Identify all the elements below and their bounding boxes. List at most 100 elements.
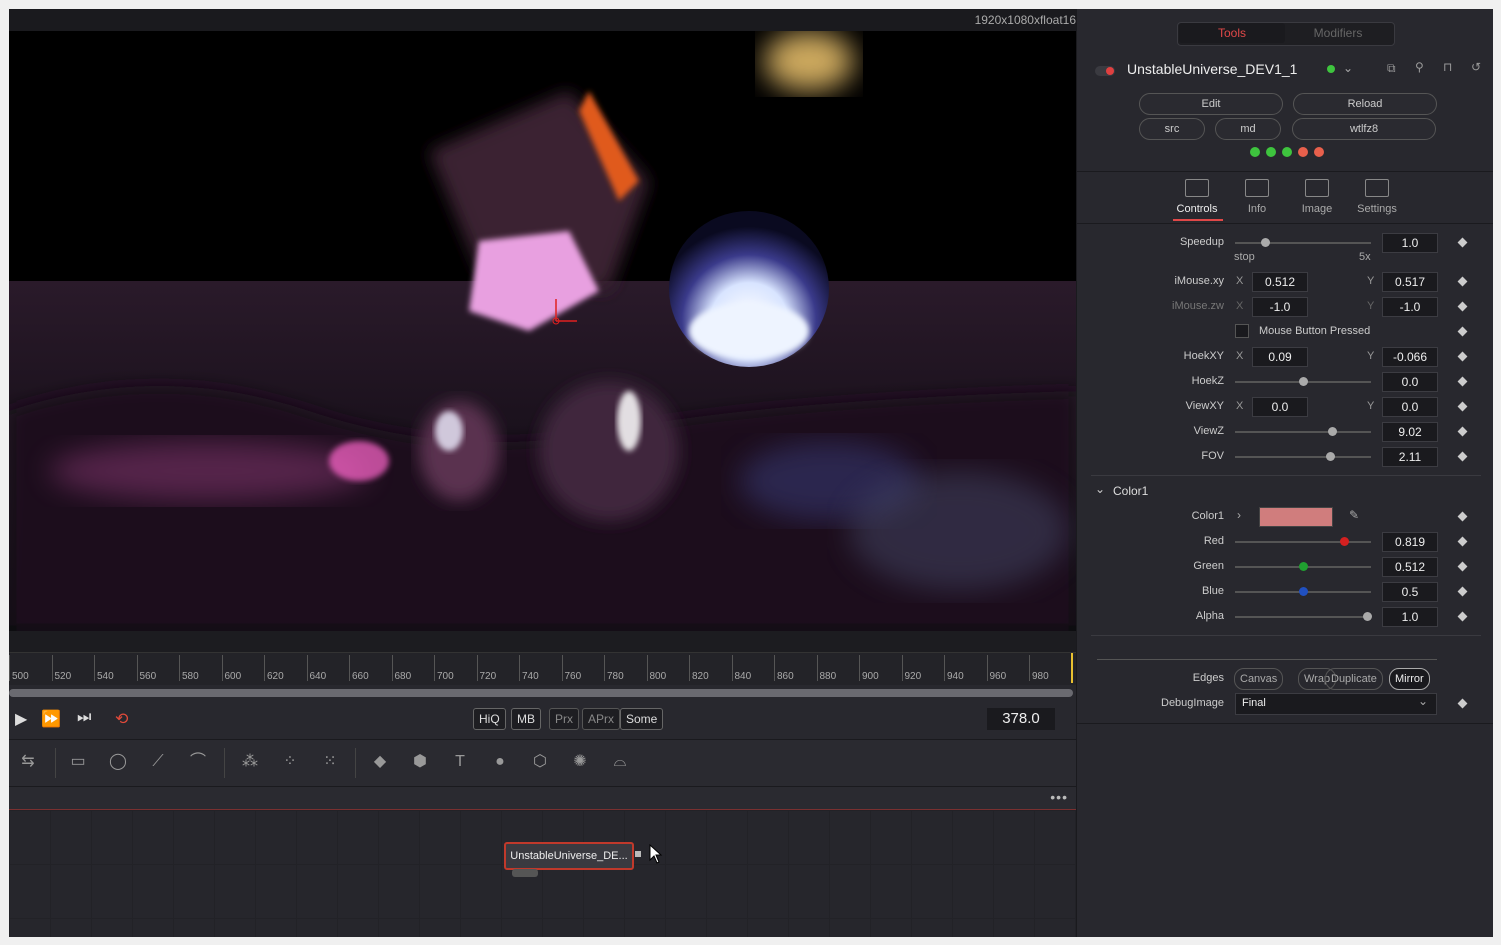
renderer3d-icon[interactable]: ⌓ [609,752,631,772]
particle-style-icon[interactable]: ⁙ [319,752,341,772]
merge3d-icon[interactable]: ● [489,752,511,772]
slider-knob[interactable] [1362,612,1372,621]
render-viewport[interactable] [9,31,1076,631]
keyframe-icon[interactable] [1457,586,1468,597]
particle-emitter-icon[interactable]: ⁂ [239,752,261,772]
wtlfz8-button[interactable]: wtlfz8 [1292,118,1436,140]
mouse-pressed-checkbox[interactable] [1235,324,1249,338]
red-field[interactable]: 0.819 [1382,532,1438,552]
pin-icon[interactable]: ⚲ [1415,60,1424,74]
chevron-down-icon[interactable]: ⌄ [1095,482,1105,496]
text3d-icon[interactable]: T [449,752,471,772]
loop-icon[interactable]: ⟲ [115,709,128,729]
slider-knob[interactable] [1299,562,1308,571]
swap-icon[interactable]: ⇆ [17,752,39,772]
keyframe-icon[interactable] [1457,326,1468,337]
keyframe-icon[interactable] [1457,351,1468,362]
speedup-slider[interactable] [1235,238,1371,247]
aprx-button[interactable]: APrx [582,708,621,730]
tab-settings[interactable]: Settings [1349,179,1405,215]
image-plane-icon[interactable]: ◆ [369,752,391,772]
alpha-field[interactable]: 1.0 [1382,607,1438,627]
keyframe-icon[interactable] [1457,536,1468,547]
light-icon[interactable]: ✺ [569,752,591,772]
eyedropper-icon[interactable]: ✎ [1349,508,1359,522]
imouse-x-field[interactable]: 0.512 [1252,272,1308,292]
slider-knob[interactable] [1299,587,1308,596]
viewz-slider[interactable] [1235,427,1371,436]
src-button[interactable]: src [1139,118,1205,140]
color-swatch[interactable] [1259,507,1333,527]
slider-knob[interactable] [1299,377,1308,386]
node-input-port[interactable] [512,869,538,877]
keyframe-icon[interactable] [1457,376,1468,387]
keyframe-icon[interactable] [1457,511,1468,522]
time-scrubber[interactable] [9,689,1073,697]
particle-render-icon[interactable]: ⁘ [279,752,301,772]
ellipse-mask-icon[interactable]: ◯ [107,752,129,772]
window-icon[interactable]: ⧉ [1387,61,1396,76]
blue-slider[interactable] [1235,587,1371,596]
keyframe-icon[interactable] [1457,401,1468,412]
edges-mirror-option[interactable]: Mirror [1389,668,1430,690]
shader-node[interactable]: UnstableUniverse_DE... [504,842,634,870]
hiq-button[interactable]: HiQ [473,708,506,730]
polygon-mask-icon[interactable]: ⟋ [147,752,169,772]
skip-end-icon[interactable]: ⏭ [77,709,91,729]
fov-field[interactable]: 2.11 [1382,447,1438,467]
more-options-icon[interactable]: ••• [1050,789,1068,805]
current-frame-field[interactable]: 378.0 [987,708,1055,730]
edit-button[interactable]: Edit [1139,93,1283,115]
green-slider[interactable] [1235,562,1371,571]
shape3d-icon[interactable]: ⬢ [409,752,431,772]
hoekz-field[interactable]: 0.0 [1382,372,1438,392]
playhead[interactable] [1071,653,1073,683]
imouse-z-field[interactable]: -1.0 [1252,297,1308,317]
tool-enable-toggle[interactable] [1095,66,1115,76]
node-editor[interactable] [9,810,1076,937]
view-y-field[interactable]: 0.0 [1382,397,1438,417]
fov-slider[interactable] [1235,452,1371,461]
fast-forward-icon[interactable]: ⏩ [41,709,61,729]
imouse-y-field[interactable]: 0.517 [1382,272,1438,292]
md-button[interactable]: md [1215,118,1281,140]
blue-field[interactable]: 0.5 [1382,582,1438,602]
slider-knob[interactable] [1327,427,1337,436]
some-button[interactable]: Some [620,708,664,730]
red-slider[interactable] [1235,537,1371,546]
slider-knob[interactable] [1260,238,1270,247]
keyframe-icon[interactable] [1457,426,1468,437]
debugimage-dropdown[interactable]: Final ⌄ [1235,693,1437,715]
hoek-x-field[interactable]: 0.09 [1252,347,1308,367]
keyframe-icon[interactable] [1457,276,1468,287]
play-icon[interactable]: ▶ [15,709,27,729]
chevron-down-icon[interactable]: ⌄ [1343,61,1353,75]
tab-tools[interactable]: Tools [1179,23,1285,43]
tab-info[interactable]: Info [1229,179,1285,215]
keyframe-icon[interactable] [1457,237,1468,248]
alpha-slider[interactable] [1235,612,1372,621]
keyframe-icon[interactable] [1457,301,1468,312]
timeline-ruler[interactable]: 500 520 540 560 580 600 620 640 660 680 700 720 740 7… [9,652,1076,685]
edges-duplicate-option[interactable]: Duplicate [1325,668,1383,690]
mb-button[interactable]: MB [511,708,541,730]
lock-icon[interactable]: ⊓ [1443,60,1452,74]
camera3d-icon[interactable]: ⬡ [529,752,551,772]
hoekz-slider[interactable] [1235,377,1371,386]
view-x-field[interactable]: 0.0 [1252,397,1308,417]
tab-controls[interactable]: Controls [1169,179,1225,215]
prx-button[interactable]: Prx [549,708,579,730]
edges-canvas-option[interactable]: Canvas [1234,668,1284,690]
tab-modifiers[interactable]: Modifiers [1285,23,1391,43]
version-dot-icon[interactable] [1327,65,1335,73]
green-field[interactable]: 0.512 [1382,557,1438,577]
keyframe-icon[interactable] [1457,451,1468,462]
bspline-mask-icon[interactable]: ⌒ [187,752,209,772]
hoek-y-field[interactable]: -0.066 [1382,347,1438,367]
node-output-port[interactable] [635,851,641,857]
rectangle-mask-icon[interactable]: ▭ [67,752,89,772]
viewz-field[interactable]: 9.02 [1382,422,1438,442]
keyframe-icon[interactable] [1457,561,1468,572]
color1-section-header[interactable]: Color1 [1113,484,1148,498]
slider-knob[interactable] [1339,537,1349,546]
